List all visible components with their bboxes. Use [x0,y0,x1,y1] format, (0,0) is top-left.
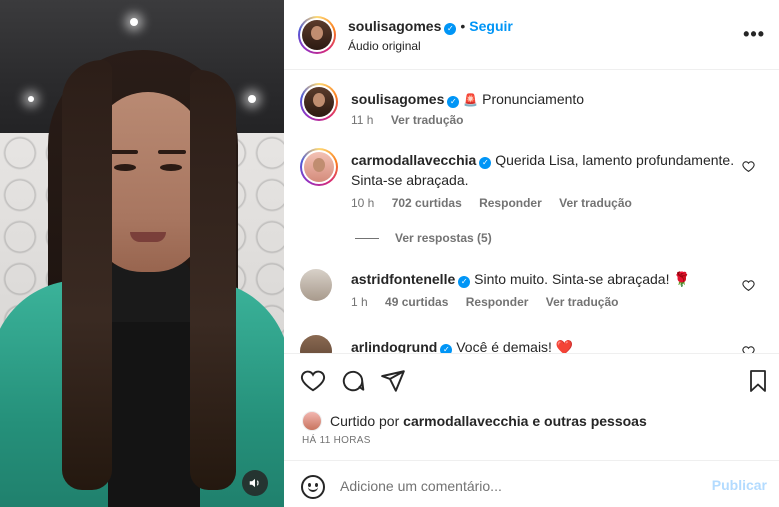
sound-icon [249,478,259,488]
brow [110,150,138,154]
comment-text: arlindogrund ✓ Você é demais! ❤️ [351,337,741,353]
comment-item: carmodallavecchia ✓ Querida Lisa, lamento… [300,148,765,218]
ceiling-light [28,96,34,102]
publish-button[interactable]: Publicar [712,477,767,493]
comment-time[interactable]: 1 h [351,295,368,309]
translate-link[interactable]: Ver tradução [391,113,464,127]
comment-likes[interactable]: 49 curtidas [385,295,448,309]
view-replies-button[interactable]: Ver respostas (5) [355,231,492,245]
verified-icon: ✓ [447,96,460,108]
comment-button[interactable] [340,368,366,394]
person-hair-right [190,70,236,490]
eye [160,164,182,171]
comment-avatar[interactable] [300,335,332,353]
caption-meta: 11 h Ver tradução [351,113,478,127]
add-comment-bar: Publicar [284,460,779,507]
more-icon[interactable]: ••• [743,24,765,45]
post-header: soulisagomes ✓ • Seguir Áudio original ••• [284,0,779,70]
sound-toggle-button[interactable] [242,470,268,496]
author-username[interactable]: soulisagomes [348,18,441,34]
reel-video[interactable] [0,0,284,507]
caption-body: Pronunciamento [482,91,585,107]
share-icon [381,370,405,392]
caption-emoji: 🚨 [463,93,479,107]
post-timestamp[interactable]: HÁ 11 HORAS [302,435,371,446]
verified-icon: ✓ [458,276,471,288]
audio-label[interactable]: Áudio original [348,39,421,53]
comment-meta: 10 h 702 curtidas Responder Ver tradução [351,196,646,210]
comment-body: Sinto muito. Sinta-se abraçada! 🌹 [474,271,691,287]
verified-icon: ✓ [444,23,457,35]
comment-avatar[interactable] [300,148,338,186]
comment-item: arlindogrund ✓ Você é demais! ❤️ [300,335,765,353]
person-hair-left [62,60,112,490]
like-comment-icon[interactable] [742,345,755,353]
separator-dot: • [460,18,466,34]
comment-time[interactable]: 10 h [351,196,374,210]
post-caption: soulisagomes ✓ 🚨 Pronunciamento 11 h Ver … [300,83,765,143]
liked-by: Curtido por carmodallavecchia e outras p… [302,411,647,431]
mouth [130,232,166,242]
post-actions: Curtido por carmodallavecchia e outras p… [284,353,779,507]
comment-icon [342,370,365,392]
caption-avatar[interactable] [300,83,338,121]
verified-icon: ✓ [440,344,453,353]
author-line: soulisagomes ✓ • Seguir [348,18,513,36]
comment-text: astridfontenelle ✓ Sinto muito. Sinta-se … [351,269,741,289]
caption-time[interactable]: 11 h [351,113,373,127]
like-button[interactable] [300,368,326,394]
liker-avatar[interactable] [302,411,322,431]
share-button[interactable] [380,368,406,394]
comment-username[interactable]: arlindogrund [351,339,437,353]
translate-link[interactable]: Ver tradução [546,295,619,309]
comment-meta: 1 h 49 curtidas Responder Ver tradução [351,295,632,309]
liked-by-prefix: Curtido por [330,413,400,429]
author-avatar[interactable] [298,16,336,54]
caption-username[interactable]: soulisagomes [351,91,444,107]
comment-username[interactable]: carmodallavecchia [351,152,476,168]
verified-icon: ✓ [479,157,492,169]
like-comment-icon[interactable] [742,279,755,295]
bookmark-icon [750,370,766,392]
reply-button[interactable]: Responder [479,196,542,210]
brow [158,150,186,154]
like-comment-icon[interactable] [742,160,755,176]
comment-input[interactable] [340,476,700,496]
ceiling-light [248,95,256,103]
eye [114,164,136,171]
liked-by-others[interactable]: e outras pessoas [532,413,646,429]
heart-icon [300,370,326,392]
comment-body: Você é demais! ❤️ [456,339,574,353]
liked-by-user[interactable]: carmodallavecchia [403,413,528,429]
comment-likes[interactable]: 702 curtidas [392,196,462,210]
comment-text: carmodallavecchia ✓ Querida Lisa, lamento… [351,150,741,190]
comment-item: astridfontenelle ✓ Sinto muito. Sinta-se … [300,269,765,319]
comments-list[interactable]: soulisagomes ✓ 🚨 Pronunciamento 11 h Ver … [284,71,779,353]
translate-link[interactable]: Ver tradução [559,196,632,210]
save-button[interactable] [746,368,772,394]
post-panel: soulisagomes ✓ • Seguir Áudio original ••• … [284,0,779,507]
follow-button[interactable]: Seguir [469,18,513,34]
comment-avatar[interactable] [300,269,332,301]
emoji-icon[interactable] [301,475,325,499]
caption-text: soulisagomes ✓ 🚨 Pronunciamento [351,89,741,110]
ceiling-light [130,18,138,26]
comment-username[interactable]: astridfontenelle [351,271,455,287]
reply-button[interactable]: Responder [466,295,529,309]
